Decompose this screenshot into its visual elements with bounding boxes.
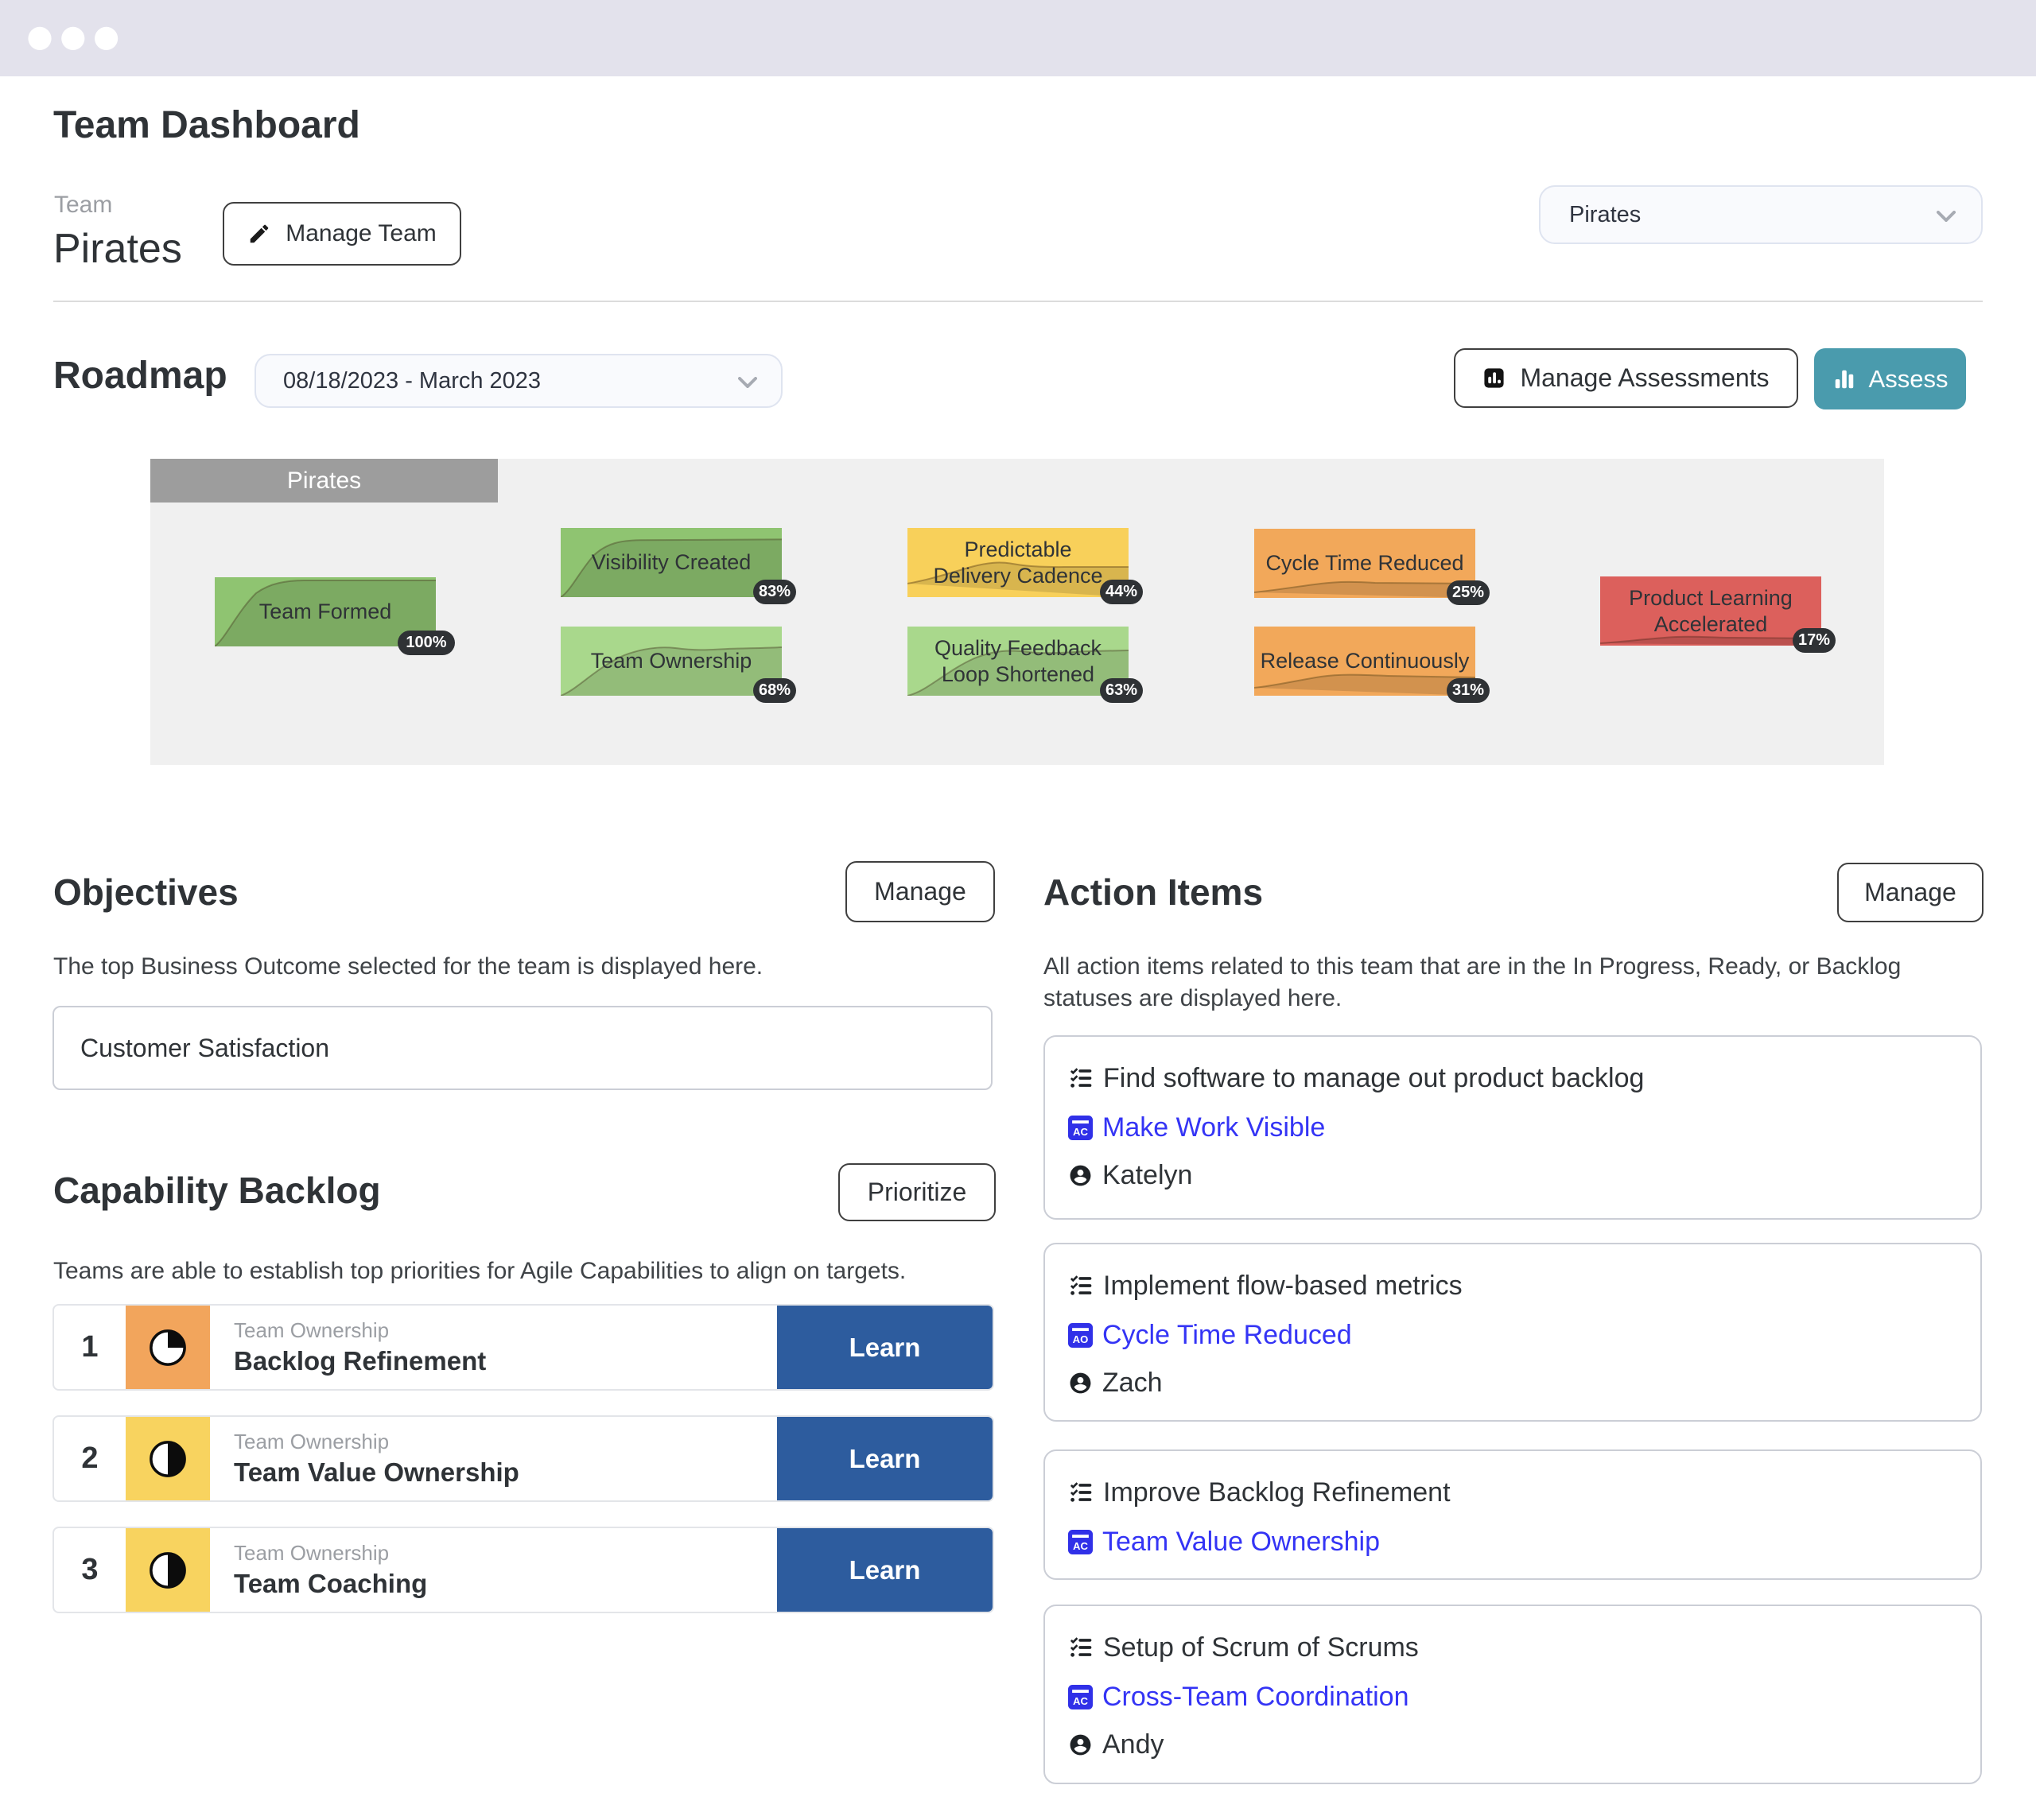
svg-text:AO: AO: [1073, 1333, 1089, 1345]
svg-text:AC: AC: [1073, 1539, 1088, 1551]
svg-text:AC: AC: [1073, 1125, 1088, 1137]
svg-text:AC: AC: [1073, 1694, 1088, 1706]
